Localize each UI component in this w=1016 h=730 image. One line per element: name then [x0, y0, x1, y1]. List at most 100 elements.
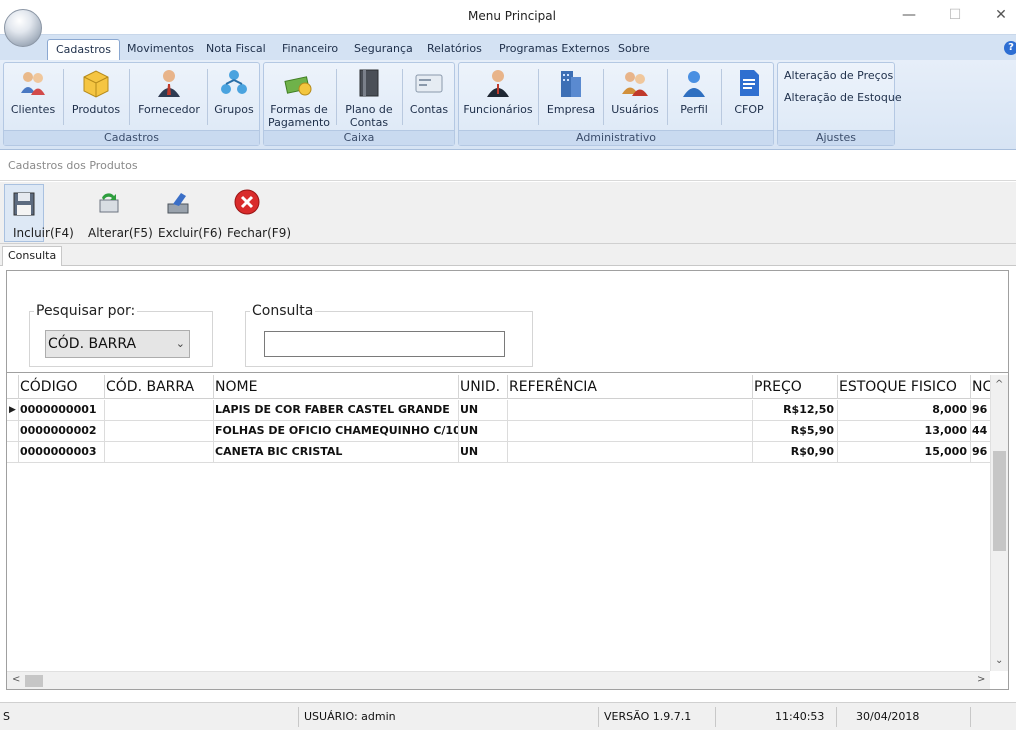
contas-label: Contas	[409, 103, 449, 116]
vertical-scroll-thumb[interactable]	[993, 451, 1006, 551]
group-label-administrativo: Administrativo	[459, 130, 773, 145]
formas-pagamento-button[interactable]: Formas de Pagamento	[266, 65, 332, 131]
empresa-button[interactable]: Empresa	[543, 65, 599, 131]
separator	[336, 69, 337, 125]
horizontal-scroll-thumb[interactable]	[25, 675, 43, 687]
formas-pagamento-label-line1: Formas de	[270, 103, 328, 116]
tab-programas-externos[interactable]: Programas Externos	[491, 39, 618, 61]
column-header-nome[interactable]: NOME	[214, 375, 459, 399]
table-row[interactable]: ▶ 0000000001 LAPIS DE COR FABER CASTEL G…	[7, 400, 992, 421]
tab-relatorios[interactable]: Relatórios	[419, 39, 490, 61]
cell-cod-barra	[105, 400, 214, 420]
tab-sobre[interactable]: Sobre	[610, 39, 658, 61]
separator	[667, 69, 668, 125]
ribbon-group-caixa: Formas de Pagamento Plano de Contas Cont…	[263, 62, 455, 146]
incluir-label[interactable]: Incluir(F4)	[13, 226, 74, 240]
scroll-right-icon[interactable]: >	[977, 674, 985, 685]
column-header-cod-barra[interactable]: CÓD. BARRA	[105, 375, 214, 399]
tab-seguranca[interactable]: Segurança	[346, 39, 421, 61]
alteracao-estoque-link[interactable]: Alteração de Estoque	[784, 91, 902, 104]
cell-ncm: 44	[972, 424, 988, 437]
delete-eraser-icon	[167, 193, 189, 214]
consulta-input[interactable]	[264, 331, 505, 357]
column-header-referencia[interactable]: REFERÊNCIA	[508, 375, 753, 399]
minimize-button[interactable]: —	[886, 3, 932, 29]
column-header-ncm[interactable]: NCM	[971, 375, 990, 399]
separator	[598, 707, 599, 727]
separator	[63, 69, 64, 125]
cell-unid: UN	[459, 400, 508, 420]
pesquisar-por-label: Pesquisar por:	[34, 303, 138, 319]
consulta-group: Consulta	[245, 303, 533, 367]
cell-referencia	[508, 421, 753, 441]
tab-cadastros[interactable]: Cadastros	[47, 39, 120, 61]
plano-contas-label-line2: Contas	[349, 116, 389, 129]
scroll-left-icon[interactable]: <	[12, 674, 20, 685]
separator	[207, 69, 208, 125]
help-icon[interactable]: ?	[1004, 41, 1016, 55]
column-header-estoque-fisico[interactable]: ESTOQUE FISICO	[838, 375, 971, 399]
groups-icon	[221, 70, 247, 94]
column-header-preco[interactable]: PREÇO	[753, 375, 838, 399]
fechar-label[interactable]: Fechar(F9)	[227, 226, 291, 240]
close-button[interactable]: ✕	[978, 3, 1016, 29]
separator	[298, 707, 299, 727]
separator	[836, 707, 837, 727]
cell-cod-barra	[105, 442, 214, 462]
contas-button[interactable]: Contas	[405, 65, 453, 131]
money-icon	[284, 76, 312, 96]
pesquisar-por-group: Pesquisar por: CÓD. BARRA ⌄	[29, 303, 213, 367]
cell-estoque: 15,000	[838, 442, 971, 462]
vertical-scrollbar[interactable]: ^ ⌄	[990, 375, 1008, 671]
tab-nota-fiscal[interactable]: Nota Fiscal	[198, 39, 274, 61]
tab-financeiro[interactable]: Financeiro	[274, 39, 346, 61]
tab-movimentos[interactable]: Movimentos	[119, 39, 202, 61]
pesquisar-por-select[interactable]: CÓD. BARRA ⌄	[45, 330, 190, 358]
alterar-label[interactable]: Alterar(F5)	[88, 226, 153, 240]
funcionarios-button[interactable]: Funcionários	[463, 65, 533, 131]
chevron-down-icon: ⌄	[175, 337, 185, 350]
cell-codigo: 0000000001	[19, 400, 105, 420]
grupos-button[interactable]: Grupos	[210, 65, 258, 131]
fornecedor-button[interactable]: Fornecedor	[134, 65, 204, 131]
horizontal-scrollbar[interactable]: < >	[7, 671, 990, 689]
table-row[interactable]: 0000000003 CANETA BIC CRISTAL UN R$0,90 …	[7, 442, 992, 463]
alteracao-precos-link[interactable]: Alteração de Preços	[784, 69, 893, 82]
application-menu-orb[interactable]	[4, 9, 42, 47]
column-header-unid[interactable]: UNID.	[459, 375, 508, 399]
products-grid[interactable]: CÓDIGO CÓD. BARRA NOME UNID. REFERÊNCIA …	[7, 375, 1008, 689]
plano-contas-label-line1: Plano de	[345, 103, 393, 116]
cfop-label: CFOP	[734, 103, 764, 116]
status-hora: 11:40:53	[775, 710, 825, 723]
plano-contas-button[interactable]: Plano de Contas	[340, 65, 398, 131]
cell-preco: R$0,90	[753, 442, 838, 462]
empresa-label: Empresa	[546, 103, 596, 116]
close-red-icon	[234, 189, 260, 215]
separator	[970, 707, 971, 727]
window-title: Menu Principal	[468, 9, 556, 23]
clientes-button[interactable]: Clientes	[6, 65, 60, 131]
pesquisar-por-value: CÓD. BARRA	[48, 336, 137, 352]
scroll-up-icon[interactable]: ^	[995, 379, 1003, 390]
perfil-button[interactable]: Perfil	[671, 65, 717, 131]
table-row[interactable]: 0000000002 FOLHAS DE OFICIO CHAMEQUINHO …	[7, 421, 992, 442]
scroll-down-icon[interactable]: ⌄	[995, 655, 1003, 666]
group-label-ajustes: Ajustes	[778, 130, 894, 145]
ribbon-group-administrativo: Funcionários Empresa Usuários Perfil CFO…	[458, 62, 774, 146]
cell-codigo: 0000000002	[19, 421, 105, 441]
excluir-label[interactable]: Excluir(F6)	[158, 226, 222, 240]
ribbon: Clientes Produtos Fornecedor Grupos Cada…	[0, 60, 1016, 150]
consulta-panel: Pesquisar por: CÓD. BARRA ⌄ Consulta CÓD…	[6, 270, 1009, 690]
usuarios-button[interactable]: Usuários	[607, 65, 663, 131]
produtos-button[interactable]: Produtos	[66, 65, 126, 131]
status-data: 30/04/2018	[856, 710, 920, 723]
tab-consulta[interactable]: Consulta	[2, 246, 63, 266]
product-box-icon	[83, 70, 109, 98]
column-header-codigo[interactable]: CÓDIGO	[19, 375, 105, 399]
cfop-button[interactable]: CFOP	[725, 65, 773, 131]
title-bar: Menu Principal — ☐ ✕	[0, 0, 1016, 34]
clients-icon	[21, 72, 45, 95]
maximize-button[interactable]: ☐	[932, 3, 978, 29]
formas-pagamento-label-line2: Pagamento	[267, 116, 331, 129]
ribbon-tab-bar: Cadastros Movimentos Nota Fiscal Finance…	[0, 34, 1016, 61]
